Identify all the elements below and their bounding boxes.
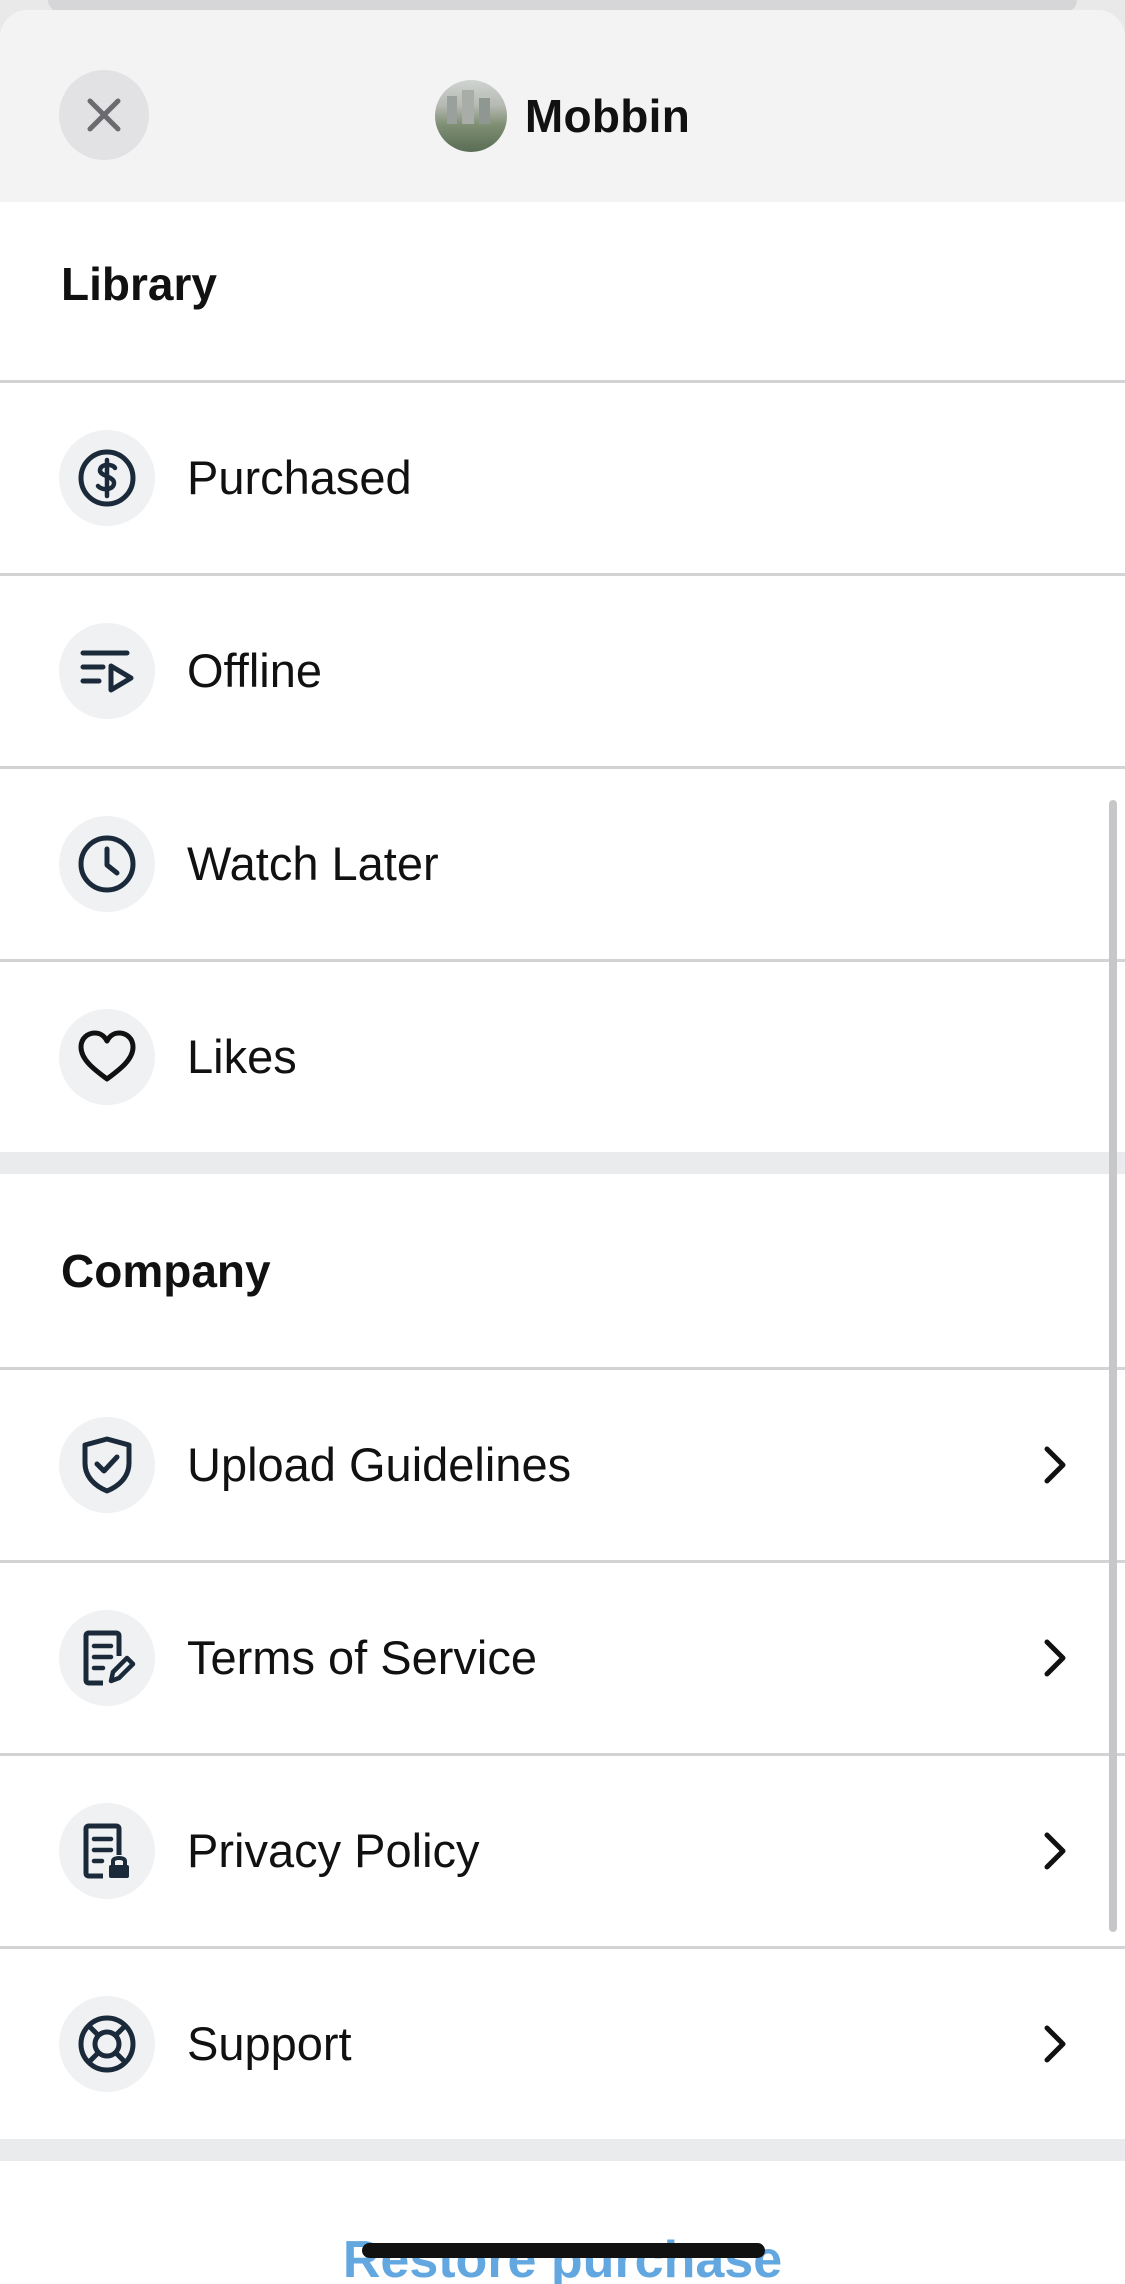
company-item-label: Terms of Service <box>187 1631 537 1684</box>
document-lock-icon <box>59 1803 155 1899</box>
sheet-header: Mobbin <box>0 10 1125 202</box>
library-item-label: Offline <box>187 644 322 697</box>
clock-icon <box>59 816 155 912</box>
heart-icon <box>59 1009 155 1105</box>
section-separator <box>0 1152 1125 1174</box>
company-section-title: Company <box>61 1245 271 1297</box>
dollar-circle-icon <box>59 430 155 526</box>
shield-check-icon <box>59 1417 155 1513</box>
scrollbar[interactable] <box>1109 800 1117 1932</box>
chevron-right-icon <box>1035 1441 1075 1489</box>
playlist-play-icon <box>59 623 155 719</box>
library-item-label: Watch Later <box>187 837 439 890</box>
library-section-title: Library <box>61 258 217 310</box>
chevron-right-icon <box>1035 2020 1075 2068</box>
library-item-label: Purchased <box>187 451 412 504</box>
library-item-offline[interactable]: Offline <box>0 576 1110 766</box>
app-title: Mobbin <box>524 90 691 142</box>
library-item-watch-later[interactable]: Watch Later <box>0 769 1110 959</box>
section-separator <box>0 2139 1125 2161</box>
company-item-support[interactable]: Support <box>0 1949 1110 2139</box>
header-title-group: Mobbin <box>0 80 1125 152</box>
company-item-privacy-policy[interactable]: Privacy Policy <box>0 1756 1110 1946</box>
chevron-right-icon <box>1035 1634 1075 1682</box>
library-item-label: Likes <box>187 1030 297 1083</box>
library-item-purchased[interactable]: Purchased <box>0 383 1110 573</box>
menu-sheet: Mobbin Library Purchased Offline Watch L… <box>0 10 1125 2284</box>
company-item-upload-guidelines[interactable]: Upload Guidelines <box>0 1370 1110 1560</box>
company-item-label: Privacy Policy <box>187 1824 480 1877</box>
company-item-terms-of-service[interactable]: Terms of Service <box>0 1563 1110 1753</box>
document-edit-icon <box>59 1610 155 1706</box>
chevron-right-icon <box>1035 1827 1075 1875</box>
lifebuoy-icon <box>59 1996 155 2092</box>
company-item-label: Support <box>187 2017 352 2070</box>
company-item-label: Upload Guidelines <box>187 1438 572 1491</box>
avatar <box>434 80 507 152</box>
library-item-likes[interactable]: Likes <box>0 962 1110 1152</box>
home-indicator <box>362 2243 765 2258</box>
